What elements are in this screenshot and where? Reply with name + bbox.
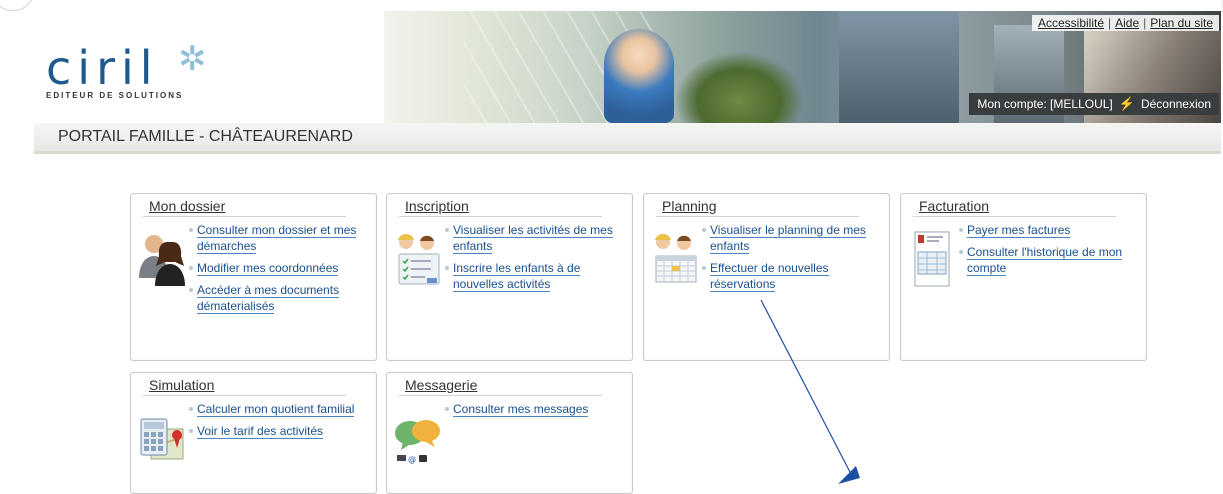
link-payer-factures[interactable]: Payer mes factures bbox=[967, 223, 1071, 238]
list-item: Modifier mes coordonnées bbox=[189, 260, 367, 276]
card-title[interactable]: Facturation bbox=[919, 198, 989, 214]
page: ciril EDITEUR DE SOLUTIONS ✲ Accessibili… bbox=[34, 0, 1221, 494]
card-facturation: Facturation Payer mes factures Consulter… bbox=[900, 193, 1147, 361]
card-links: Calculer mon quotient familial Voir le t… bbox=[189, 401, 367, 445]
accessibility-link[interactable]: Accessibilité bbox=[1038, 16, 1104, 30]
people-icon bbox=[139, 235, 185, 286]
list-item: Effectuer de nouvelles réservations bbox=[702, 260, 880, 292]
logo-star-icon: ✲ bbox=[178, 40, 207, 78]
link-historique-compte[interactable]: Consulter l'historique de mon compte bbox=[967, 245, 1123, 276]
card-links: Consulter mes messages bbox=[445, 401, 623, 423]
list-item: Visualiser les activités de mes enfants bbox=[445, 222, 623, 254]
list-item: Inscrire les enfants à de nouvelles acti… bbox=[445, 260, 623, 292]
card-title[interactable]: Messagerie bbox=[405, 377, 477, 393]
link-tarif-activites[interactable]: Voir le tarif des activités bbox=[197, 424, 324, 439]
header: ciril EDITEUR DE SOLUTIONS ✲ Accessibili… bbox=[34, 11, 1221, 123]
card-links: Visualiser le planning de mes enfants Ef… bbox=[702, 222, 880, 298]
list-item: Accéder à mes documents dématerialisés bbox=[189, 282, 367, 314]
sitemap-link[interactable]: Plan du site bbox=[1150, 16, 1213, 30]
card-planning: Planning Visualiser le planning de mes e… bbox=[643, 193, 890, 361]
list-item: Consulter l'historique de mon compte bbox=[959, 244, 1137, 276]
logout-link[interactable]: Déconnexion bbox=[1141, 97, 1211, 111]
card-links: Visualiser les activités de mes enfants … bbox=[445, 222, 623, 298]
link-consulter-messages[interactable]: Consulter mes messages bbox=[453, 402, 589, 417]
card-title[interactable]: Inscription bbox=[405, 198, 469, 214]
card-links: Consulter mon dossier et mes démarches M… bbox=[189, 222, 367, 320]
list-item: Consulter mon dossier et mes démarches bbox=[189, 222, 367, 254]
page-title-bar: PORTAIL FAMILLE - CHÂTEAURENARD bbox=[34, 123, 1221, 154]
link-inscrire-enfants[interactable]: Inscrire les enfants à de nouvelles acti… bbox=[453, 261, 581, 292]
top-links: Accessibilité | Aide | Plan du site bbox=[1031, 15, 1219, 31]
kids-calendar-icon bbox=[655, 234, 697, 283]
list-item: Voir le tarif des activités bbox=[189, 423, 367, 439]
help-link[interactable]: Aide bbox=[1115, 16, 1139, 30]
left-margin bbox=[0, 0, 34, 484]
card-mon-dossier: Mon dossier Consulter mon dossier et mes… bbox=[130, 193, 377, 361]
card-title[interactable]: Planning bbox=[662, 198, 717, 214]
card-inscription: Inscription Visualiser les activités de … bbox=[386, 193, 633, 361]
card-links: Payer mes factures Consulter l'historiqu… bbox=[959, 222, 1137, 282]
link-modifier-coordonnees[interactable]: Modifier mes coordonnées bbox=[197, 261, 339, 276]
logo-wordmark: ciril bbox=[46, 41, 159, 95]
ciril-logo: ciril EDITEUR DE SOLUTIONS ✲ bbox=[46, 40, 207, 100]
speech-bubbles-icon: @ bbox=[395, 420, 440, 464]
link-nouvelles-reservations[interactable]: Effectuer de nouvelles réservations bbox=[710, 261, 829, 292]
list-item: Payer mes factures bbox=[959, 222, 1137, 238]
card-simulation: Simulation Calculer mon quotient familia… bbox=[130, 372, 377, 494]
kids-checklist-icon bbox=[398, 234, 440, 285]
link-documents[interactable]: Accéder à mes documents dématerialisés bbox=[197, 283, 340, 314]
list-item: Visualiser le planning de mes enfants bbox=[702, 222, 880, 254]
account-bar: Mon compte: [MELLOUL] ⚡ Déconnexion bbox=[969, 93, 1219, 115]
card-messagerie: Messagerie @ Consulter mes messages bbox=[386, 372, 633, 494]
logout-icon[interactable]: ⚡ bbox=[1119, 96, 1135, 112]
link-consulter-dossier[interactable]: Consulter mon dossier et mes démarches bbox=[197, 223, 357, 254]
list-item: Consulter mes messages bbox=[445, 401, 623, 417]
link-quotient-familial[interactable]: Calculer mon quotient familial bbox=[197, 402, 355, 417]
link-visualiser-activites[interactable]: Visualiser les activités de mes enfants bbox=[453, 223, 613, 254]
list-item: Calculer mon quotient familial bbox=[189, 401, 367, 417]
svg-text:@: @ bbox=[408, 455, 416, 464]
link-visualiser-planning[interactable]: Visualiser le planning de mes enfants bbox=[710, 223, 866, 254]
invoice-icon bbox=[914, 231, 950, 287]
card-title[interactable]: Mon dossier bbox=[149, 198, 225, 214]
calculator-map-icon bbox=[140, 418, 184, 460]
account-label[interactable]: Mon compte: [MELLOUL] bbox=[977, 97, 1112, 111]
card-title[interactable]: Simulation bbox=[149, 377, 214, 393]
logo-subtitle: EDITEUR DE SOLUTIONS bbox=[46, 91, 184, 100]
page-title: PORTAIL FAMILLE - CHÂTEAURENARD bbox=[58, 128, 353, 145]
